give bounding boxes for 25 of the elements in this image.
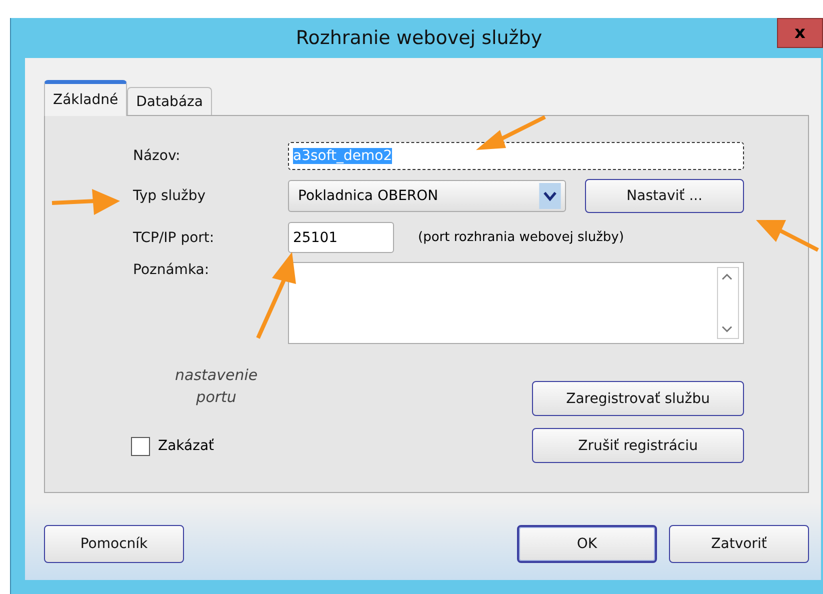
help-button[interactable]: Pomocník bbox=[44, 524, 184, 562]
selected-text: a3soft_demo2 bbox=[293, 148, 392, 164]
dropdown-chevron-icon[interactable] bbox=[539, 183, 561, 209]
tab[interactable]: Databáza bbox=[127, 87, 212, 115]
checkbox-label: Zakázať bbox=[158, 438, 214, 454]
window-title: Rozhranie webovej služby bbox=[296, 27, 542, 49]
settings-button[interactable]: Nastaviť ... bbox=[585, 179, 744, 213]
annotation-text: portu bbox=[196, 386, 236, 408]
close-button[interactable]: x bbox=[777, 18, 823, 48]
dialog-button[interactable]: OK bbox=[517, 524, 657, 562]
dialog-button[interactable]: Zatvoriť bbox=[669, 524, 809, 562]
field-label: TCP/IP port: bbox=[133, 230, 216, 246]
port-hint: (port rozhrania webovej služby) bbox=[418, 230, 624, 245]
tab[interactable]: Základné bbox=[44, 80, 128, 116]
service-type-dropdown[interactable]: Pokladnica OBERON bbox=[288, 180, 566, 212]
dropdown-value: Pokladnica OBERON bbox=[298, 188, 438, 204]
port-field[interactable]: 25101 bbox=[288, 222, 394, 253]
field-label: Názov: bbox=[133, 148, 182, 164]
register-button[interactable]: Zaregistrovať službu bbox=[532, 381, 744, 416]
annotation-text: nastavenie bbox=[175, 365, 258, 386]
unregister-button[interactable]: Zrušiť registráciu bbox=[532, 428, 744, 463]
disable-checkbox[interactable] bbox=[131, 436, 150, 456]
field-label: Typ služby bbox=[133, 188, 207, 204]
field-label: Poznámka: bbox=[133, 262, 210, 278]
note-textarea[interactable] bbox=[288, 262, 744, 344]
